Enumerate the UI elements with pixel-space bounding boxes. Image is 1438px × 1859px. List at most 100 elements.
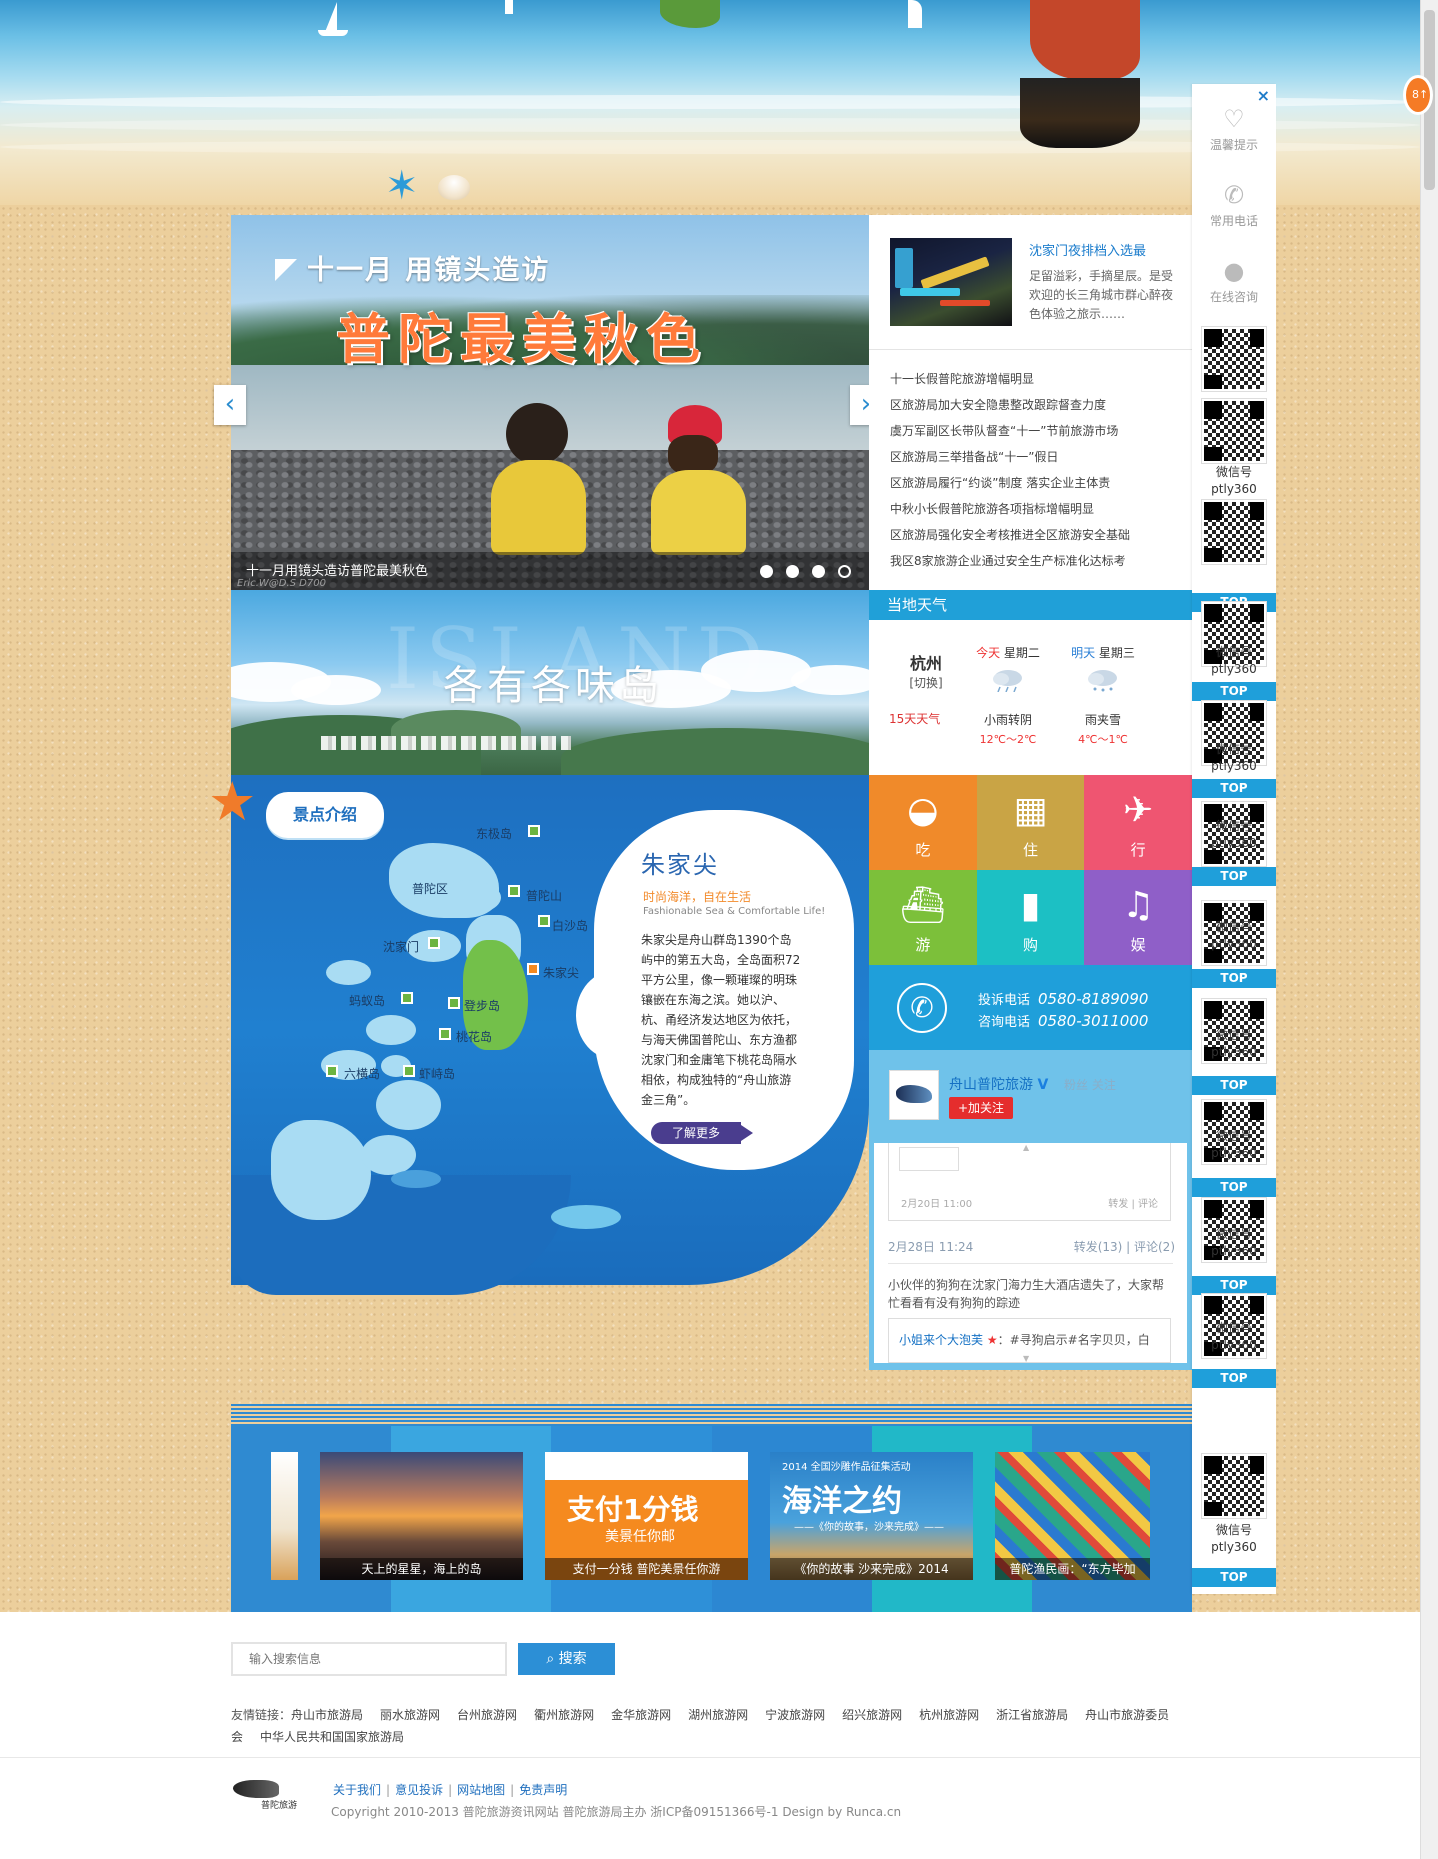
friend-link[interactable]: 金华旅游网 (611, 1708, 671, 1722)
back-to-top-button[interactable]: TOP (1192, 1076, 1276, 1095)
weibo-name-text[interactable]: 舟山普陀旅游 (949, 1077, 1033, 1093)
back-to-top-button[interactable]: TOP (1192, 1568, 1276, 1587)
slide-dot[interactable] (786, 565, 799, 578)
tile-travel[interactable]: ✈ 行 (1084, 775, 1192, 870)
back-to-top-button[interactable]: TOP (1192, 779, 1276, 798)
place-name[interactable]: 朱家尖 (543, 964, 579, 981)
gallery-caption[interactable]: 天上的星星，海上的岛 (320, 1558, 523, 1580)
search-button[interactable]: ⌕ 搜索 (518, 1643, 615, 1675)
map-pin[interactable] (401, 992, 413, 1004)
place-name[interactable]: 沈家门 (383, 938, 419, 955)
friend-link[interactable]: 丽水旅游网 (380, 1708, 440, 1722)
follow-button[interactable]: +加关注 (949, 1097, 1013, 1119)
friend-link[interactable]: 中华人民共和国国家旅游局 (260, 1730, 404, 1744)
back-to-top-button[interactable]: TOP (1192, 1369, 1276, 1388)
friend-link[interactable]: 台州旅游网 (457, 1708, 517, 1722)
slide-dot[interactable] (760, 565, 773, 578)
side-item-chat[interactable]: ● 在线咨询 (1192, 256, 1276, 305)
place-name[interactable]: 普陀区 (412, 880, 448, 897)
footer-link[interactable]: 免责声明 (519, 1783, 567, 1797)
page-scrollbar[interactable] (1420, 0, 1438, 1859)
place-name[interactable]: 东极岛 (476, 825, 512, 842)
news-item[interactable]: 我区8家旅游企业通过安全生产标准化达标考 (890, 548, 1130, 574)
friend-link[interactable]: 杭州旅游网 (919, 1708, 979, 1722)
place-name[interactable]: 六横岛 (344, 1065, 380, 1082)
friend-link[interactable]: 浙江省旅游局 (996, 1708, 1068, 1722)
weibo-feed[interactable]: ▲ 2月20日 11:00 转发 | 评论 2月28日 11:24 转发(13) |… (874, 1143, 1187, 1363)
tile-tour[interactable]: ⛴ 游 (869, 870, 977, 965)
slide-dot[interactable] (812, 565, 825, 578)
back-to-top-button[interactable]: TOP (1192, 969, 1276, 988)
footer-link[interactable]: 网站地图 (457, 1783, 505, 1797)
close-icon[interactable]: × (1257, 86, 1270, 105)
gallery-card-partial[interactable] (271, 1452, 298, 1580)
friend-link[interactable]: 衢州旅游网 (534, 1708, 594, 1722)
news-item[interactable]: 区旅游局加大安全隐患整改跟踪督查力度 (890, 392, 1130, 418)
gallery-card[interactable]: 支付1分钱 美景任你邮 支付一分钱 普陀美景任你游 (545, 1452, 748, 1580)
back-to-top-button[interactable]: TOP (1192, 1276, 1276, 1295)
inner-actions[interactable]: 转发 | 评论 (1108, 1195, 1158, 1210)
notification-badge[interactable]: 8↑ (1403, 75, 1433, 115)
slide-caption[interactable]: 十一月用镜头造访普陀最美秋色 (246, 560, 428, 579)
map-pin[interactable] (448, 997, 460, 1009)
place-name[interactable]: 蚂蚁岛 (349, 992, 385, 1009)
slide-dot-active[interactable] (838, 565, 851, 578)
map-pin[interactable] (528, 825, 540, 837)
comment-link[interactable]: 评论(2) (1134, 1240, 1175, 1254)
weibo-avatar[interactable] (889, 1070, 939, 1120)
place-name[interactable]: 白沙岛 (552, 917, 588, 934)
map-pin[interactable] (439, 1028, 451, 1040)
news-item[interactable]: 区旅游局强化安全考核推进全区旅游安全基础 (890, 522, 1130, 548)
news-item[interactable]: 中秋小长假普陀旅游各项指标增幅明显 (890, 496, 1130, 522)
map-pin[interactable] (508, 885, 520, 897)
map-pin[interactable] (326, 1065, 338, 1077)
map-pin[interactable] (403, 1065, 415, 1077)
back-to-top-button[interactable]: TOP (1192, 1178, 1276, 1197)
back-to-top-button[interactable]: TOP (1192, 682, 1276, 701)
place-name[interactable]: 桃花岛 (456, 1028, 492, 1045)
tile-fun[interactable]: ♫ 娱 (1084, 870, 1192, 965)
map-pin[interactable] (428, 937, 440, 949)
friend-link[interactable]: 舟山市旅游局 (291, 1708, 363, 1722)
gallery-caption[interactable]: 普陀渔民画：“东方毕加 (995, 1558, 1150, 1580)
learn-more-button[interactable]: 了解更多 (651, 1122, 753, 1144)
tile-shop[interactable]: ▮ 购 (976, 870, 1085, 965)
island-banner[interactable]: ISLAND 各有各味岛 (231, 590, 869, 775)
place-name[interactable]: 登步岛 (464, 997, 500, 1014)
tile-stay[interactable]: ▦ 住 (976, 775, 1085, 870)
place-name[interactable]: 虾峙岛 (419, 1065, 455, 1082)
weibo-fans[interactable]: 粉丝 关注 (1064, 1076, 1116, 1093)
news-item[interactable]: 十一长假普陀旅游增幅明显 (890, 366, 1130, 392)
back-to-top-button[interactable]: TOP (1192, 867, 1276, 886)
friend-link[interactable]: 湖州旅游网 (688, 1708, 748, 1722)
map-pin-active[interactable] (527, 963, 539, 975)
friend-link[interactable]: 绍兴旅游网 (842, 1708, 902, 1722)
search-input[interactable] (231, 1642, 507, 1676)
weather-switch-link[interactable]: [切换] (901, 674, 951, 691)
news-top-item[interactable]: 沈家门夜排档入选最 足留溢彩，手摘星辰。是受欢迎的长三角城市群心醉夜色体验之旅示… (869, 215, 1192, 350)
news-item[interactable]: 区旅游局三举措备战“十一”假日 (890, 444, 1130, 470)
weather-15day-link[interactable]: 15天天气 (889, 710, 940, 727)
scroll-down-icon[interactable]: ▼ (1023, 1354, 1029, 1363)
tile-eat[interactable]: ◒ 吃 (869, 775, 977, 870)
friend-link[interactable]: 宁波旅游网 (765, 1708, 825, 1722)
gallery-card[interactable]: 天上的星星，海上的岛 (320, 1452, 523, 1580)
gallery-card[interactable]: 2014 全国沙雕作品征集活动 海洋之约 ——《你的故事，沙来完成》—— 《你的… (770, 1452, 973, 1580)
hero-slider[interactable]: 十一月 用镜头造访 普陀最美秋色 十一月用镜头造访普陀最美秋色 Eric.W@D… (231, 215, 869, 590)
weibo-image-thumb[interactable] (899, 1147, 959, 1171)
footer-link[interactable]: 关于我们 (333, 1783, 381, 1797)
side-item-phone[interactable]: ✆ 常用电话 (1192, 180, 1276, 229)
repost-link[interactable]: 转发(13) (1074, 1240, 1123, 1254)
news-top-title[interactable]: 沈家门夜排档入选最 (1029, 240, 1146, 259)
side-item-tips[interactable]: ♡ 温馨提示 (1192, 104, 1276, 153)
footer-logo[interactable]: 普陀旅游 (231, 1778, 301, 1811)
gallery-caption[interactable]: 支付一分钱 普陀美景任你游 (545, 1558, 748, 1580)
map-pin[interactable] (538, 915, 550, 927)
weibo-name[interactable]: 舟山普陀旅游 V (949, 1074, 1048, 1094)
gallery-caption[interactable]: 《你的故事 沙来完成》2014 (770, 1558, 973, 1580)
news-item[interactable]: 区旅游局履行“约谈”制度 落实企业主体责 (890, 470, 1130, 496)
news-thumbnail[interactable] (890, 238, 1012, 326)
news-item[interactable]: 虞万军副区长带队督查“十一”节前旅游市场 (890, 418, 1130, 444)
footer-link[interactable]: 意见投诉 (395, 1783, 443, 1797)
place-name[interactable]: 普陀山 (526, 887, 562, 904)
